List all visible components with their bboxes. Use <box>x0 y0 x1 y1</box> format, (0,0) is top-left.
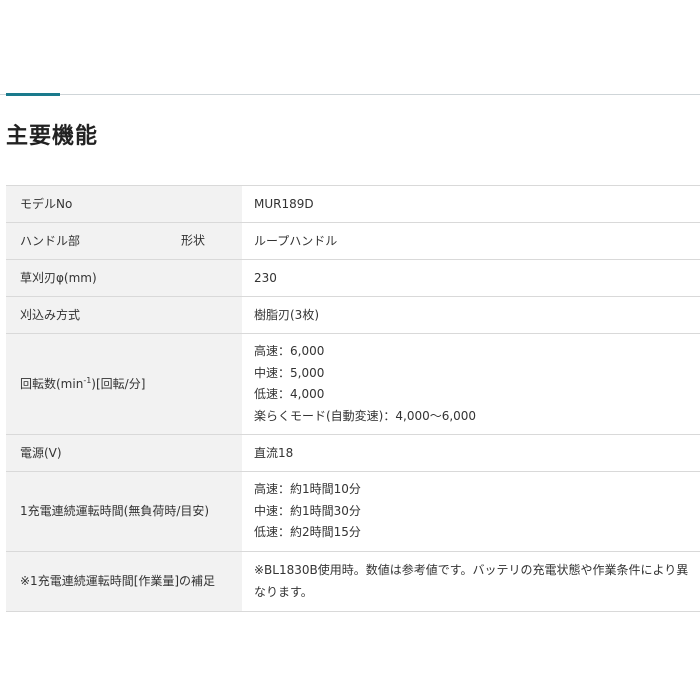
row-value: 直流18 <box>242 434 700 472</box>
row-value-cell: ※BL1830B使用時。数値は参考値です。バッテリの充電状態や作業条件により異な… <box>242 551 700 612</box>
table-row: 刈込み方式 樹脂刃(3枚) <box>6 296 700 334</box>
section-divider-accent <box>6 93 60 96</box>
row-value: 樹脂刃(3枚) <box>242 296 700 334</box>
table-row: 回転数(min-1)[回転/分] 高速：6,000 中速：5,000 低速：4,… <box>6 333 700 435</box>
value-line: 中速：約1時間30分 <box>254 503 361 518</box>
spec-table: モデルNo MUR189D ハンドル部 形状 ループハンドル 草刈刃φ(mm) … <box>6 185 700 612</box>
row-label: ハンドル部 <box>20 233 81 248</box>
row-value: MUR189D <box>242 185 700 223</box>
row-label: モデルNo <box>6 185 242 223</box>
row-value: 230 <box>242 259 700 297</box>
table-row: 電源(V) 直流18 <box>6 434 700 472</box>
value-line: 高速：6,000 <box>254 344 325 358</box>
row-value: 高速：6,000 中速：5,000 低速：4,000 楽らくモード(自動変速)：… <box>242 333 700 435</box>
value-line: 低速：4,000 <box>254 387 325 401</box>
table-row: 1充電連続運転時間(無負荷時/目安) 高速：約1時間10分 中速：約1時間30分… <box>6 471 700 552</box>
table-row: ハンドル部 形状 ループハンドル <box>6 222 700 260</box>
table-row: ※1充電連続運転時間[作業量]の補足 ※BL1830B使用時。数値は参考値です。… <box>6 551 700 612</box>
value-line: 高速：約1時間10分 <box>254 482 361 497</box>
row-label: ※1充電連続運転時間[作業量]の補足 <box>6 551 242 612</box>
section-divider <box>0 94 700 95</box>
row-value: ループハンドル <box>242 222 700 260</box>
row-sublabel: 形状 <box>181 233 206 248</box>
value-line: 低速：約2時間15分 <box>254 525 361 540</box>
row-value: 高速：約1時間10分 中速：約1時間30分 低速：約2時間15分 <box>242 471 700 552</box>
table-row: モデルNo MUR189D <box>6 185 700 223</box>
value-line: 中速：5,000 <box>254 365 325 380</box>
row-label-prefix: 回転数(min <box>20 376 84 391</box>
row-label: 刈込み方式 <box>6 296 242 334</box>
row-label: 電源(V) <box>6 434 242 472</box>
table-row: 草刈刃φ(mm) 230 <box>6 259 700 297</box>
page-title: 主要機能 <box>6 124 99 149</box>
row-label-suffix: )[回転/分] <box>91 376 146 391</box>
row-label: 1充電連続運転時間(無負荷時/目安) <box>6 471 242 552</box>
row-value: ※BL1830B使用時。数値は参考値です。バッテリの充電状態や作業条件により異な… <box>254 563 689 599</box>
value-line: 楽らくモード(自動変速)：4,000〜6,000 <box>254 408 477 423</box>
row-label-cell: ハンドル部 形状 <box>6 222 242 260</box>
row-label: 草刈刃φ(mm) <box>6 259 242 297</box>
row-label-cell: 回転数(min-1)[回転/分] <box>6 333 242 435</box>
